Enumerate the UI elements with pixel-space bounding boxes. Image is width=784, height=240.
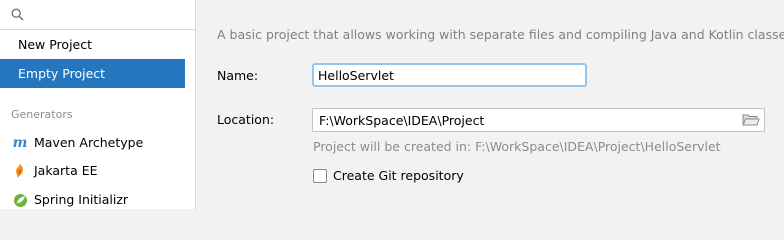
sidebar-item-maven-archetype[interactable]: m Maven Archetype (0, 129, 195, 157)
search-field[interactable] (0, 0, 195, 30)
project-type-sidebar: New Project Empty Project Generators m M… (0, 0, 196, 209)
maven-icon: m (12, 135, 28, 151)
name-label: Name: (217, 68, 259, 83)
spring-icon (12, 192, 28, 208)
generators-section-label: Generators (11, 108, 73, 121)
sidebar-item-jakarta-ee[interactable]: Jakarta EE (0, 157, 195, 185)
jakarta-icon (12, 163, 28, 179)
sidebar-item-label: Spring Initializr (34, 192, 129, 207)
sidebar-item-new-project[interactable]: New Project (0, 30, 185, 59)
sidebar-item-label: Empty Project (18, 66, 106, 81)
sidebar-item-empty-project[interactable]: Empty Project (0, 59, 185, 88)
project-description: A basic project that allows working with… (217, 27, 784, 42)
sidebar-item-label: Jakarta EE (34, 163, 98, 178)
folder-browse-icon[interactable] (742, 112, 760, 128)
project-name-field[interactable] (312, 63, 587, 87)
create-git-repository-checkbox[interactable] (313, 169, 327, 183)
create-git-repository-label[interactable]: Create Git repository (333, 168, 464, 183)
location-input[interactable] (313, 109, 733, 131)
sidebar-item-label: Maven Archetype (34, 135, 144, 150)
sidebar-item-label: New Project (18, 37, 93, 52)
location-hint: Project will be created in: F:\WorkSpace… (313, 139, 721, 154)
sidebar-item-spring-initializr[interactable]: Spring Initializr (0, 186, 195, 214)
location-label: Location: (217, 112, 275, 127)
location-field[interactable] (312, 108, 765, 132)
search-icon (11, 8, 24, 21)
